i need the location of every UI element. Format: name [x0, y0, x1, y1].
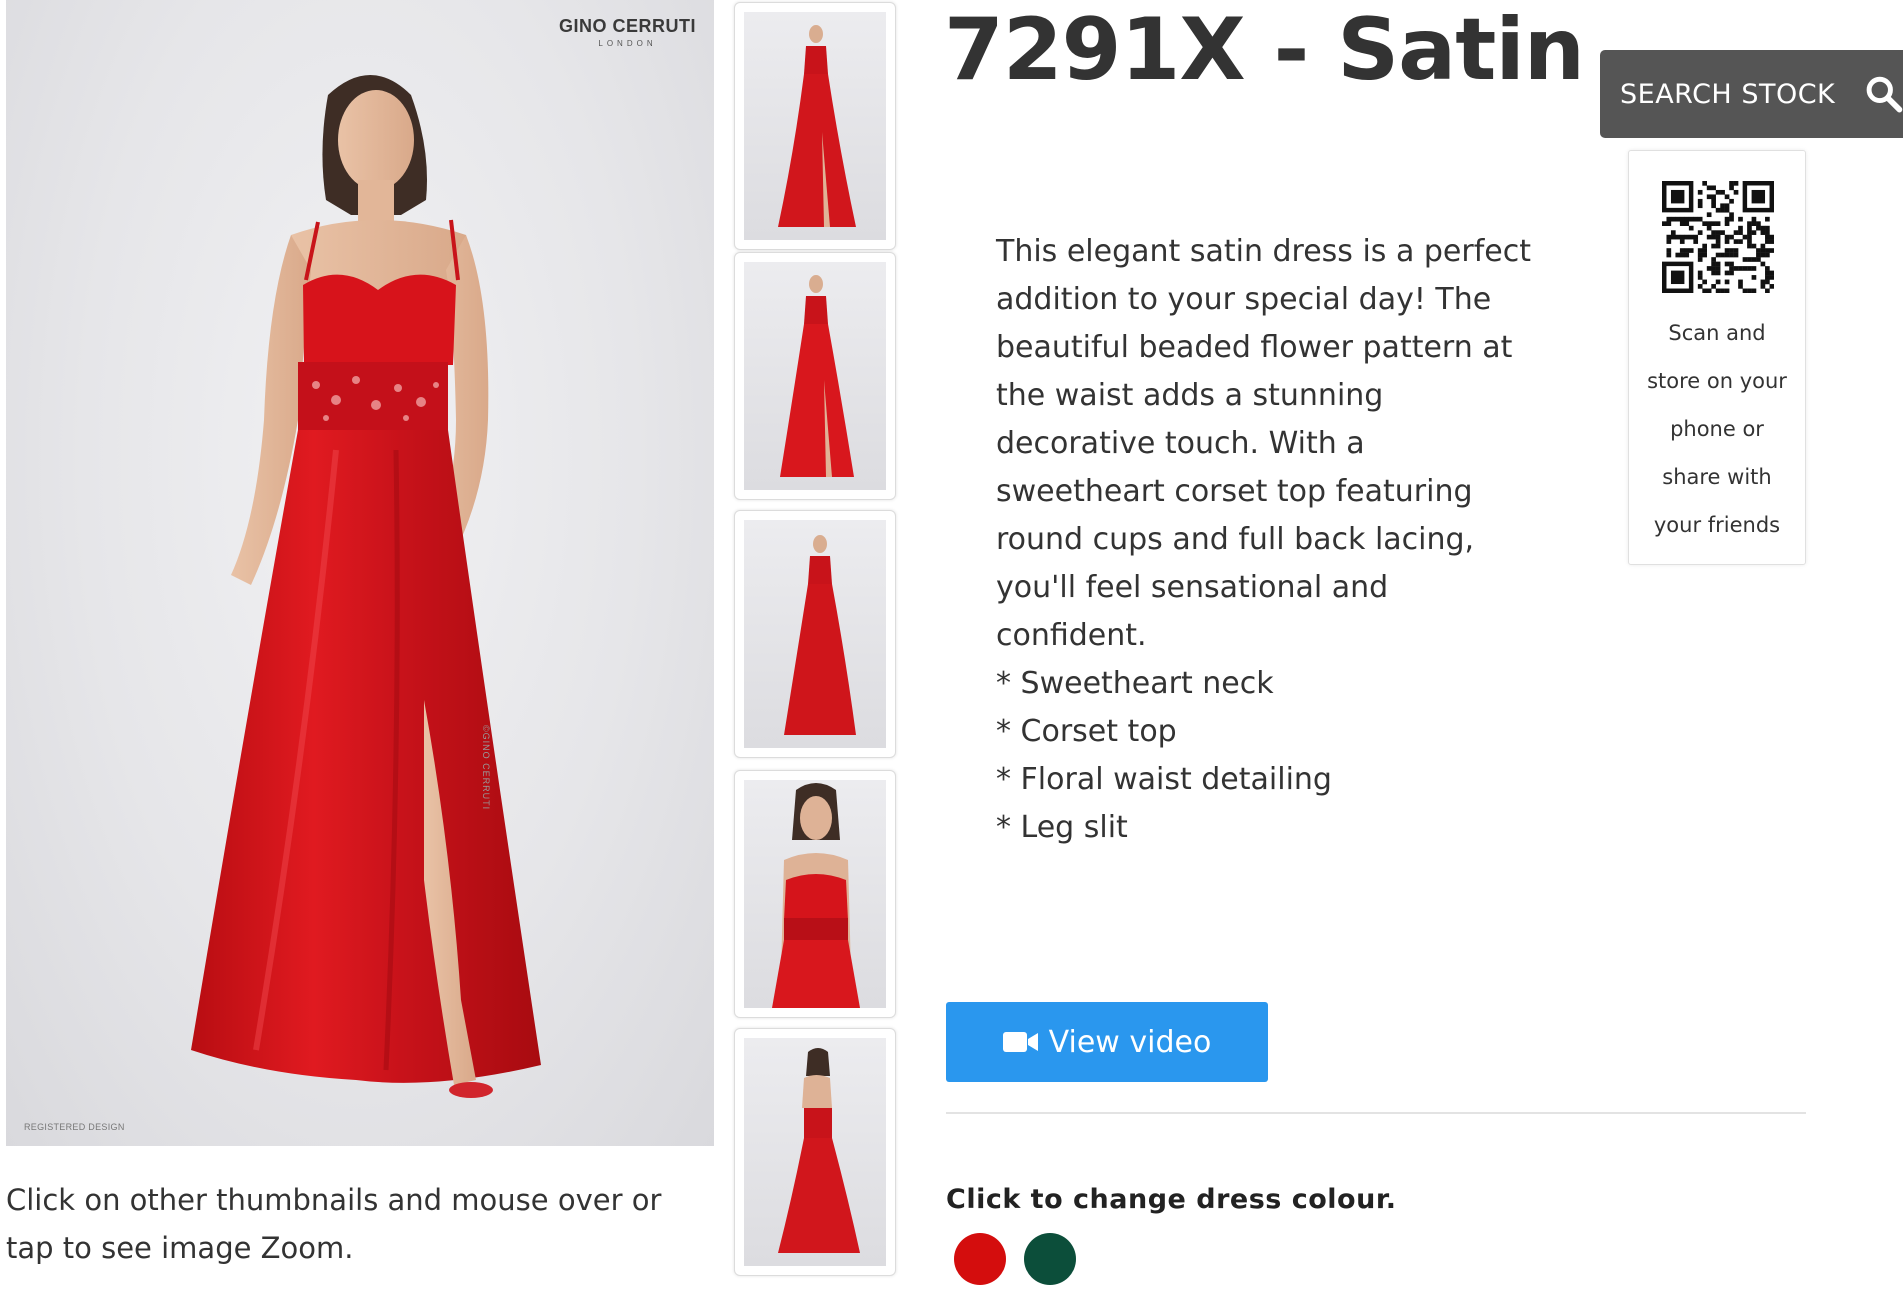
- side-watermark: ©GINO CERRUTI: [481, 725, 491, 811]
- thumbnail-figure: [784, 535, 856, 735]
- thumbnail-4[interactable]: [734, 770, 896, 1018]
- feature-item: * Leg slit: [996, 810, 1128, 845]
- thumbnail-figure: [772, 783, 860, 1008]
- thumbnail-image: [744, 780, 886, 1008]
- qr-line: share with: [1662, 465, 1772, 489]
- qr-line: your friends: [1653, 513, 1781, 537]
- thumbnail-figure: [780, 275, 854, 477]
- view-video-label: View video: [1048, 1024, 1212, 1060]
- thumbnail-image: [744, 262, 886, 490]
- colour-swatch-green[interactable]: [1024, 1233, 1076, 1285]
- qr-line: phone or: [1670, 417, 1764, 441]
- feature-item: * Corset top: [996, 714, 1177, 749]
- thumbnail-5[interactable]: [734, 1028, 896, 1276]
- qr-line: Scan and: [1668, 321, 1766, 345]
- thumbnail-3[interactable]: [734, 510, 896, 758]
- qr-instructions: Scan and store on your phone or share wi…: [1629, 309, 1805, 549]
- qr-card: Scan and store on your phone or share wi…: [1628, 150, 1806, 565]
- colour-heading: Click to change dress colour.: [946, 1184, 1397, 1215]
- feature-list: * Sweetheart neck * Corset top * Floral …: [996, 660, 1556, 852]
- thumbnail-image: [744, 520, 886, 748]
- qr-code-icon[interactable]: [1662, 181, 1774, 293]
- brand-subtitle: LONDON: [598, 39, 657, 48]
- colour-swatch-red[interactable]: [954, 1233, 1006, 1285]
- brand-logo: GINO CERRUTI LONDON: [559, 16, 696, 48]
- thumbnail-2[interactable]: [734, 252, 896, 500]
- main-product-image[interactable]: GINO CERRUTI LONDON ©GINO CERRUTI REGIST…: [6, 0, 714, 1146]
- product-title: 7291X - Satin: [944, 0, 1585, 100]
- brand-name: GINO CERRUTI: [558, 16, 696, 36]
- search-stock-button[interactable]: SEARCH STOCK: [1600, 50, 1903, 138]
- search-stock-label: SEARCH STOCK: [1620, 78, 1836, 110]
- view-video-button[interactable]: View video: [946, 1002, 1268, 1082]
- video-camera-icon: [1002, 1032, 1038, 1052]
- search-icon: [1866, 76, 1903, 113]
- product-description: This elegant satin dress is a perfect ad…: [996, 234, 1531, 653]
- dress-photo-illustration: [191, 75, 541, 1098]
- thumbnail-1[interactable]: [734, 2, 896, 250]
- thumbnail-figure: [778, 25, 856, 227]
- thumbnail-figure: [778, 1048, 860, 1253]
- feature-item: * Sweetheart neck: [996, 666, 1274, 701]
- feature-item: * Floral waist detailing: [996, 762, 1332, 797]
- thumbnail-image: [744, 1038, 886, 1266]
- thumbnail-image: [744, 12, 886, 240]
- divider: [946, 1112, 1806, 1114]
- zoom-hint: Click on other thumbnails and mouse over…: [6, 1183, 662, 1265]
- qr-line: store on your: [1647, 369, 1787, 393]
- registered-design-mark: REGISTERED DESIGN: [24, 1122, 125, 1132]
